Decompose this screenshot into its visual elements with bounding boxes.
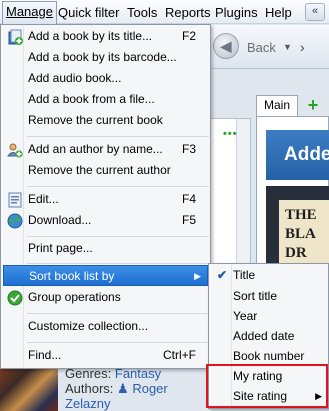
submenu-arrow-icon: ▶ <box>194 271 201 281</box>
author-link[interactable]: Roger <box>132 381 167 396</box>
menu-item-print-page[interactable]: Print page... <box>3 238 208 259</box>
sort-option-year[interactable]: Year <box>211 306 326 326</box>
collapse-ribbon-icon[interactable]: « <box>305 3 325 21</box>
book-info: Genres: Fantasy Authors: ♟ Roger Zelazny <box>65 366 168 411</box>
menu-item-find[interactable]: Find... Ctrl+F <box>3 345 208 366</box>
back-button-label[interactable]: Back <box>247 40 276 55</box>
menu-item-add-book-by-title[interactable]: Add a book by its title... F2 <box>3 26 208 47</box>
menu-help[interactable]: Help <box>262 4 295 22</box>
menu-item-remove-current-book[interactable]: Remove the current book <box>3 110 208 131</box>
checkmark-icon: ✔ <box>217 268 228 282</box>
menu-item-group-operations[interactable]: Group operations <box>3 287 208 308</box>
person-icon: ♟ <box>117 381 129 396</box>
menu-separator <box>27 186 209 187</box>
forward-caret-icon[interactable]: › <box>300 39 305 55</box>
back-dropdown-icon[interactable]: ▼ <box>283 42 292 52</box>
tab-main[interactable]: Main <box>256 95 298 116</box>
manage-menu: Add a book by its title... F2 Add a book… <box>0 24 211 369</box>
menu-reports[interactable]: Reports <box>162 4 214 22</box>
sort-option-title[interactable]: ✔ Title <box>211 265 326 285</box>
menu-plugins[interactable]: Plugins <box>212 4 261 22</box>
menu-separator <box>27 136 209 137</box>
add-tab-icon[interactable]: + <box>304 96 322 115</box>
menu-item-sort-book-list-by[interactable]: Sort book list by ▶ <box>3 265 208 286</box>
menu-item-edit[interactable]: Edit... F4 <box>3 189 208 210</box>
menu-separator <box>27 236 209 237</box>
menu-item-add-book-by-barcode[interactable]: Add a book by its barcode... <box>3 47 208 68</box>
sort-option-sort-title[interactable]: Sort title <box>211 286 326 306</box>
author-link-continued[interactable]: Zelazny <box>65 396 111 411</box>
menu-tools[interactable]: Tools <box>124 4 160 22</box>
menu-item-add-book-from-file[interactable]: Add a book from a file... <box>3 89 208 110</box>
add-author-icon <box>7 143 23 158</box>
menu-item-download[interactable]: Download... F5 <box>3 210 208 231</box>
authors-label: Authors: <box>65 381 114 396</box>
more-dots-icon[interactable]: ••• <box>223 128 238 140</box>
menu-item-add-audio-book[interactable]: Add audio book... <box>3 68 208 89</box>
add-book-icon <box>8 29 23 45</box>
menu-item-add-author[interactable]: Add an author by name... F3 <box>3 139 208 160</box>
highlight-annotation-box <box>206 364 328 408</box>
book-cover: THE BLA DR <box>279 200 329 270</box>
menu-separator <box>27 342 209 343</box>
menu-quick-filter[interactable]: Quick filter <box>55 4 122 22</box>
sort-option-added-date[interactable]: Added date <box>211 326 326 346</box>
menu-item-customize-collection[interactable]: Customize collection... <box>3 316 208 337</box>
check-circle-icon <box>7 290 23 306</box>
menu-item-remove-current-author[interactable]: Remove the current author <box>3 160 208 181</box>
added-banner: Addec <box>266 130 329 180</box>
menu-separator <box>27 263 209 264</box>
edit-icon <box>8 192 22 208</box>
menu-bar: Manage Quick filter Tools Reports Plugin… <box>0 0 329 24</box>
menu-manage[interactable]: Manage <box>2 1 57 24</box>
book-thumbnail[interactable] <box>0 368 58 411</box>
back-arrow-icon[interactable]: ◀ <box>213 33 239 59</box>
sort-option-book-number[interactable]: Book number <box>211 346 326 366</box>
menu-separator <box>27 313 209 314</box>
globe-icon <box>7 213 23 229</box>
